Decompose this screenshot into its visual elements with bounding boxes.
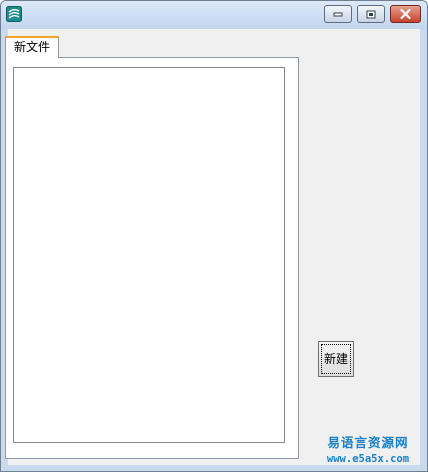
tab-panel <box>5 57 299 459</box>
watermark-url: www.e5a5x.com <box>326 453 410 465</box>
minimize-icon <box>333 12 343 17</box>
close-button[interactable] <box>390 5 421 23</box>
maximize-button[interactable] <box>357 5 385 23</box>
editor-text-area[interactable] <box>13 67 285 443</box>
minimize-button[interactable] <box>324 5 352 23</box>
app-window: 新文件 新建 易语言资源网 www.e5a5x.com <box>0 0 428 472</box>
close-icon <box>400 9 411 19</box>
client-area: 新文件 新建 易语言资源网 www.e5a5x.com <box>5 29 421 467</box>
tab-new-file[interactable]: 新文件 <box>5 36 59 58</box>
maximize-icon <box>366 10 376 18</box>
app-icon <box>6 6 22 22</box>
title-bar[interactable] <box>1 1 427 29</box>
new-button[interactable]: 新建 <box>318 341 354 377</box>
watermark: 易语言资源网 www.e5a5x.com <box>315 435 421 467</box>
watermark-title: 易语言资源网 <box>327 435 409 450</box>
